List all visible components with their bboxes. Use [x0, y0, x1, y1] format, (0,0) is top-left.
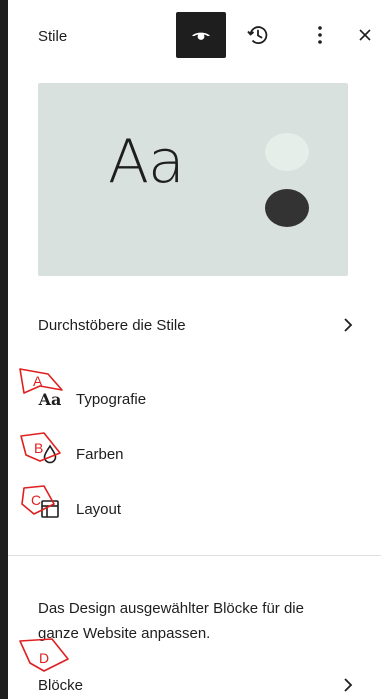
close-icon	[359, 29, 371, 41]
annotation-marker-c-label: C	[31, 492, 41, 508]
history-icon	[247, 26, 268, 45]
annotation-marker-d-label: D	[39, 650, 49, 666]
section-divider	[8, 555, 381, 556]
nav-item-typography-label: Typografie	[76, 390, 147, 408]
preview-typography-sample: Aa	[108, 127, 185, 197]
nav-item-blocks[interactable]: Blöcke	[38, 671, 358, 699]
preview-color-light	[265, 133, 309, 171]
annotation-marker-b: B	[20, 432, 61, 462]
styles-header: Stile	[8, 0, 381, 70]
style-book-button[interactable]	[176, 12, 226, 58]
revisions-button[interactable]	[242, 18, 274, 52]
panel-title: Stile	[38, 28, 68, 45]
chevron-right-icon	[338, 315, 358, 335]
browse-styles-item[interactable]: Durchstöbere die Stile	[38, 310, 358, 340]
annotation-marker-b-label: B	[34, 440, 43, 456]
more-vertical-icon	[318, 26, 322, 44]
style-preview[interactable]: Aa	[38, 83, 348, 276]
nav-item-blocks-label: Blöcke	[38, 676, 84, 694]
chevron-right-icon	[338, 675, 358, 695]
nav-item-colors-label: Farben	[76, 445, 124, 463]
more-options-button[interactable]	[306, 18, 334, 52]
annotation-marker-d: D	[19, 638, 69, 672]
nav-item-layout-label: Layout	[76, 500, 122, 518]
annotation-marker-a: A	[19, 368, 63, 394]
annotation-marker-c: C	[21, 485, 55, 515]
browse-styles-label: Durchstöbere die Stile	[38, 316, 186, 334]
editor-left-edge	[0, 0, 8, 699]
blocks-description: Das Design ausgewählter Blöcke für die g…	[38, 600, 304, 642]
eye-icon	[192, 32, 210, 40]
close-button[interactable]	[351, 18, 379, 52]
preview-color-dark	[265, 189, 309, 227]
annotation-marker-a-label: A	[33, 373, 43, 389]
